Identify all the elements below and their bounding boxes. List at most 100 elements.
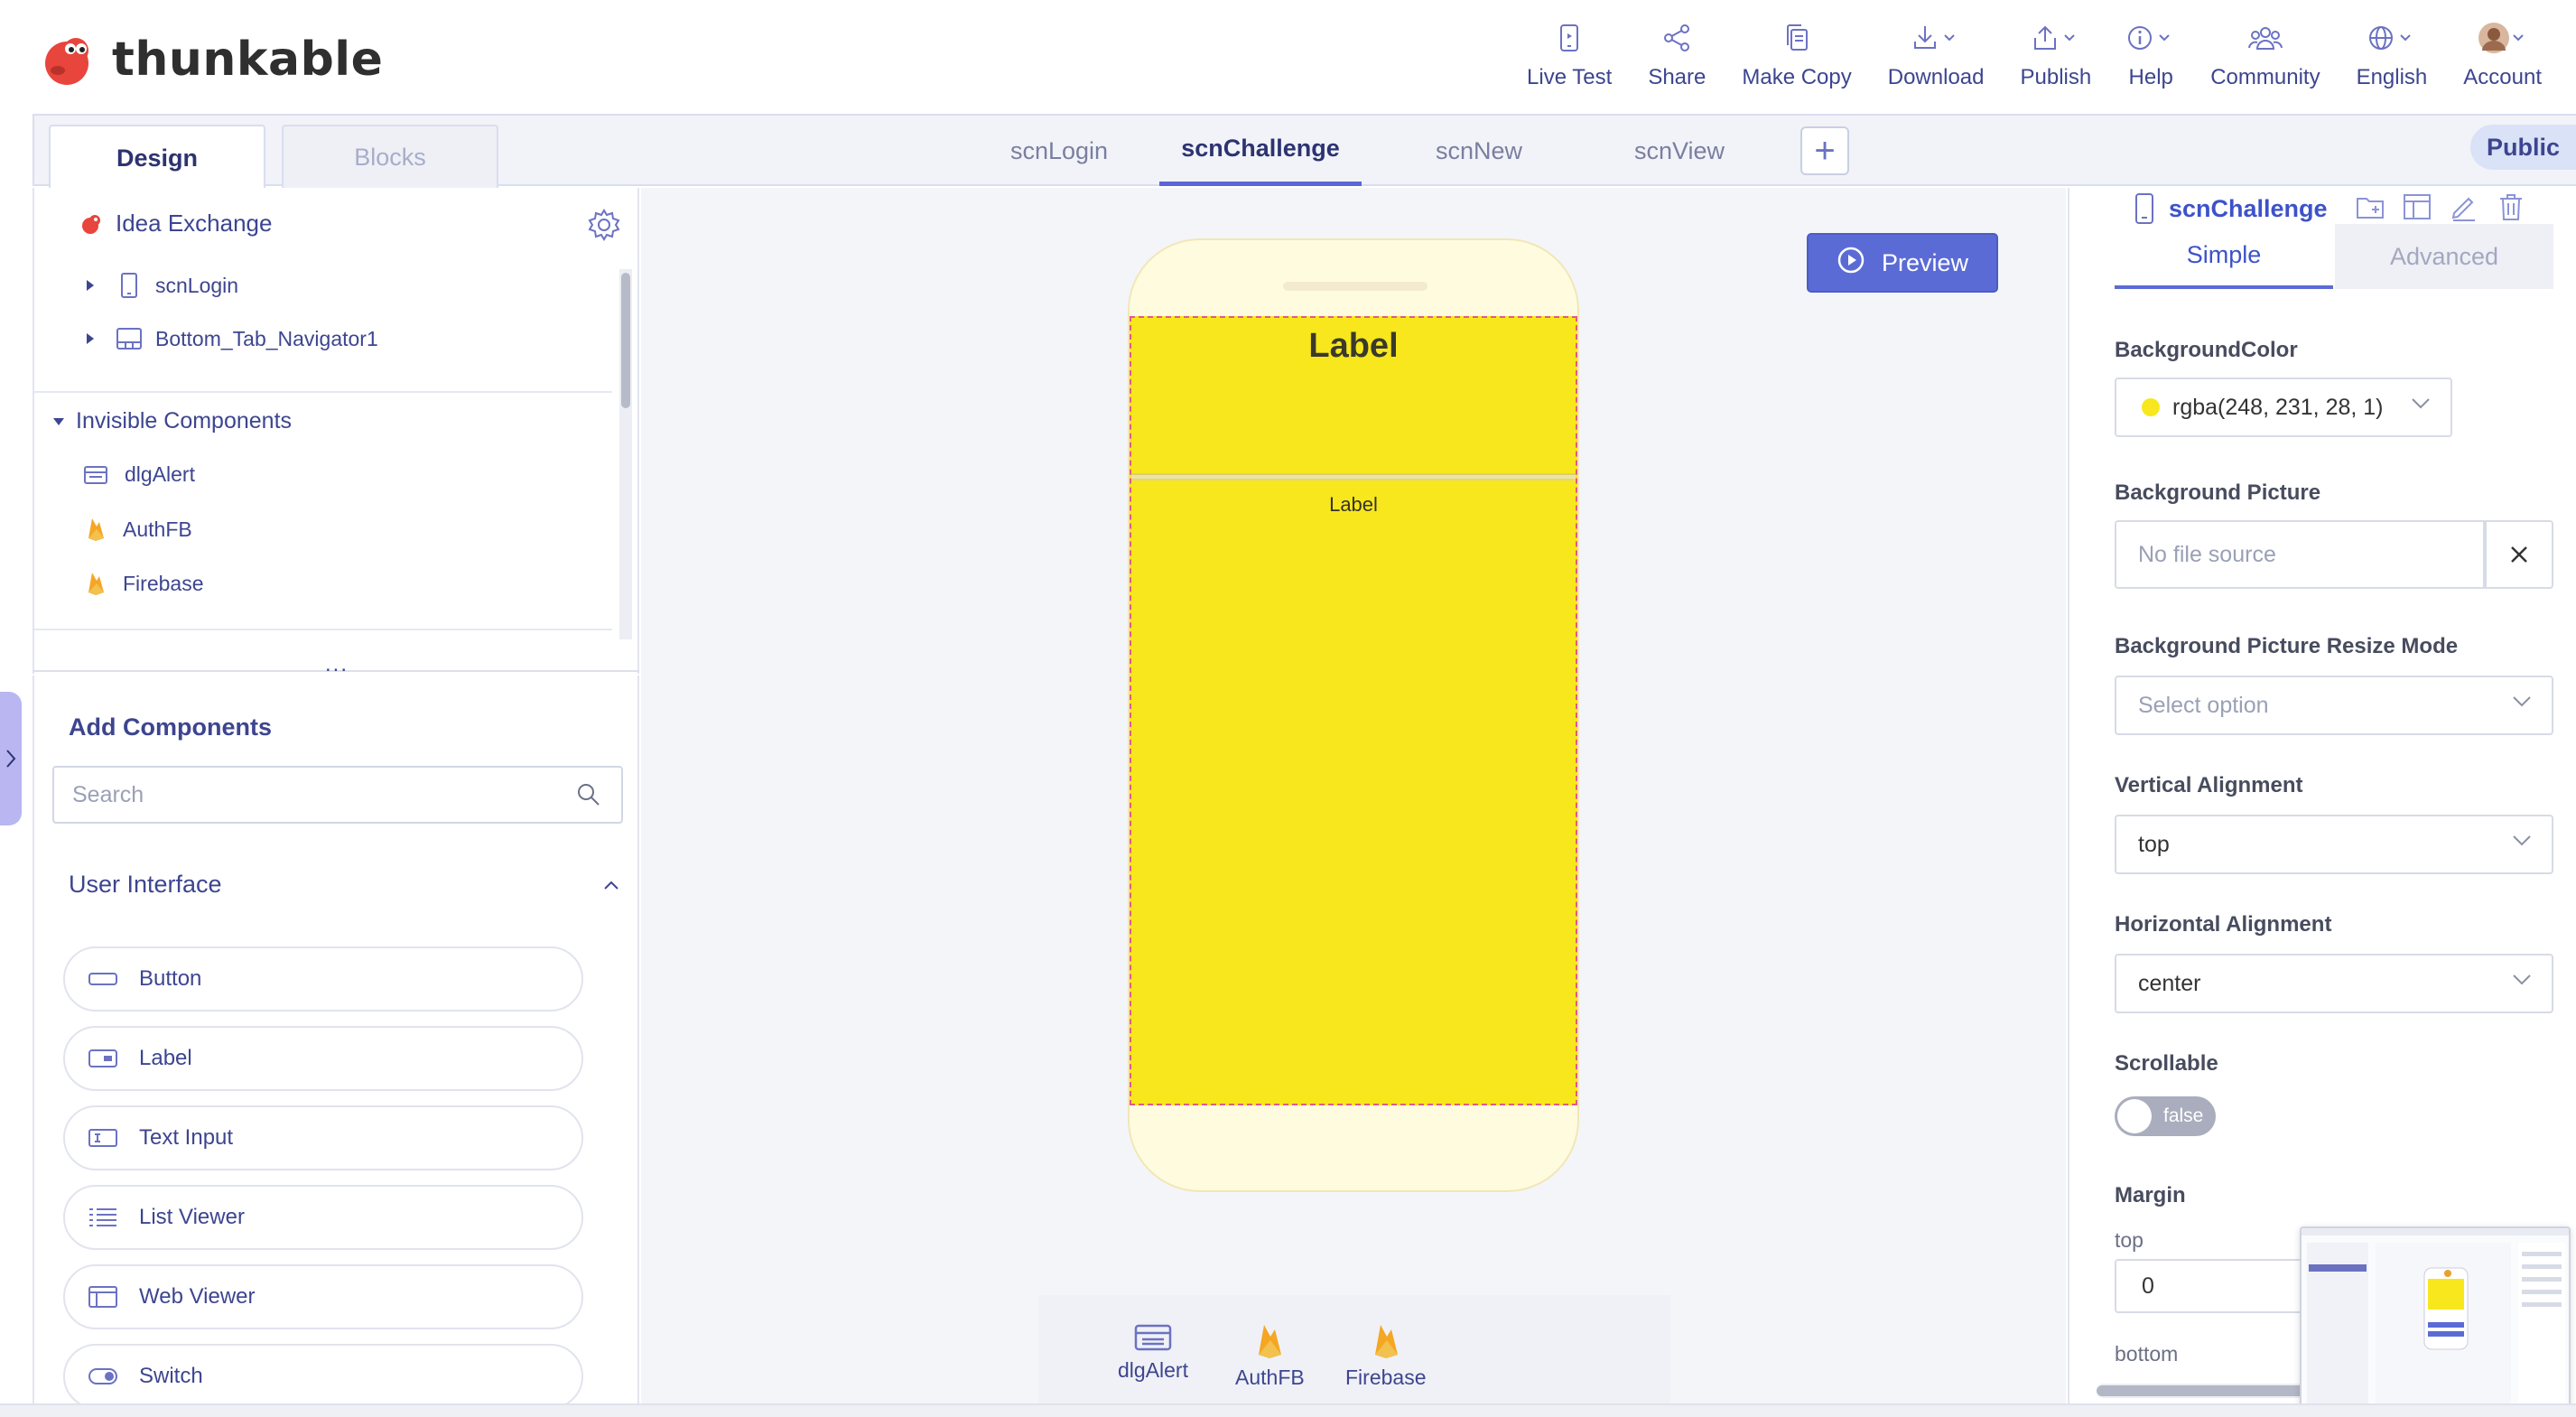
horizontal-alignment-select[interactable]: center	[2115, 954, 2553, 1013]
list-icon	[85, 1206, 121, 1229]
divider-component[interactable]	[1131, 473, 1576, 480]
component-button[interactable]: Button	[63, 946, 583, 1011]
scrollable-label: Scrollable	[2115, 1051, 2218, 1076]
firebase-icon	[1259, 1325, 1282, 1358]
screen-area[interactable]: Label Label	[1130, 316, 1577, 1105]
properties-header: scnChallenge	[2133, 191, 2328, 226]
tree-divider	[34, 629, 612, 630]
color-swatch	[2142, 398, 2160, 416]
settings-gear-icon[interactable]	[587, 208, 621, 247]
search-input[interactable]	[54, 768, 560, 822]
chevron-right-icon	[6, 750, 16, 768]
dialog-icon	[1134, 1324, 1172, 1351]
firebase-icon	[88, 573, 104, 595]
copy-icon	[1783, 20, 1810, 56]
switch-icon	[85, 1366, 121, 1386]
add-folder-icon[interactable]	[2355, 191, 2385, 222]
tree-root[interactable]: Idea Exchange	[79, 210, 272, 238]
background-color-picker[interactable]: rgba(248, 231, 28, 1)	[2115, 378, 2452, 437]
tree-item-scnlogin[interactable]: scnLogin	[85, 271, 238, 300]
share-button[interactable]: Share	[1630, 20, 1724, 98]
component-text-input[interactable]: Text Input	[63, 1105, 583, 1170]
firebase-icon	[88, 518, 104, 541]
component-web-viewer[interactable]: Web Viewer	[63, 1264, 583, 1329]
tab-scnview[interactable]: scnView	[1589, 116, 1770, 186]
tab-scnnew[interactable]: scnNew	[1389, 116, 1569, 186]
tree-divider	[34, 391, 612, 393]
resize-mode-select[interactable]: Select option	[2115, 676, 2553, 735]
make-copy-button[interactable]: Make Copy	[1724, 20, 1869, 98]
clear-picture-button[interactable]	[2485, 520, 2553, 589]
tray-item-dlgalert[interactable]: dlgAlert	[1118, 1322, 1188, 1383]
phone-icon	[121, 273, 137, 298]
component-switch[interactable]: Switch	[63, 1344, 583, 1409]
caret-right-icon[interactable]	[85, 279, 96, 292]
tray-item-authfb[interactable]: AuthFB	[1235, 1322, 1305, 1390]
component-search[interactable]	[52, 766, 623, 824]
visibility-badge[interactable]: Public	[2469, 125, 2576, 170]
caret-down-icon[interactable]	[52, 417, 65, 426]
preview-button[interactable]: Preview	[1807, 233, 1998, 293]
chevron-down-icon	[2513, 696, 2531, 707]
button-icon	[85, 970, 121, 988]
add-components-title: Add Components	[69, 713, 272, 741]
app-header: thunkable Live Test Share Make Copy Down…	[0, 0, 2576, 114]
tab-scnchallenge[interactable]: scnChallenge	[1159, 116, 1362, 186]
text-input-icon	[85, 1127, 121, 1149]
invisible-components-header[interactable]: Invisible Components	[52, 408, 292, 434]
search-icon[interactable]	[576, 782, 601, 812]
live-test-button[interactable]: Live Test	[1509, 20, 1630, 98]
phone-preview: Label Label	[1128, 238, 1579, 1192]
globe-icon	[2368, 20, 2415, 56]
phone-speaker	[1283, 282, 1427, 291]
resize-dots[interactable]: ...	[325, 652, 349, 677]
margin-top-input[interactable]: 0	[2115, 1259, 2331, 1313]
add-components-panel: Add Components User Interface Button Lab…	[33, 676, 639, 1417]
chevron-up-icon[interactable]	[603, 880, 619, 890]
tab-simple[interactable]: Simple	[2115, 224, 2333, 289]
tray-item-firebase[interactable]: Firebase	[1345, 1322, 1426, 1390]
component-list-viewer[interactable]: List Viewer	[63, 1185, 583, 1250]
edit-icon[interactable]	[2449, 191, 2479, 222]
user-interface-section-header[interactable]: User Interface	[69, 871, 619, 899]
help-button[interactable]: Help	[2109, 20, 2192, 98]
language-button[interactable]: English	[2339, 20, 2446, 98]
play-circle-icon	[1837, 246, 1865, 281]
left-panel-toggle[interactable]	[0, 692, 22, 825]
background-picture-field[interactable]: No file source	[2115, 520, 2485, 589]
tab-design[interactable]: Design	[49, 125, 265, 190]
layout-icon[interactable]	[2402, 191, 2432, 222]
toggle-knob	[2117, 1099, 2152, 1133]
label-component[interactable]: Label	[1131, 493, 1576, 517]
tab-blocks[interactable]: Blocks	[282, 125, 498, 188]
caret-right-icon[interactable]	[85, 332, 96, 345]
tree-item-dlgalert[interactable]: dlgAlert	[83, 462, 195, 487]
background-color-label: BackgroundColor	[2115, 338, 2298, 362]
community-icon	[2247, 20, 2283, 56]
tree-scrollbar[interactable]	[619, 269, 632, 639]
thunkable-logo[interactable]: thunkable	[40, 31, 383, 89]
brand-name: thunkable	[112, 33, 384, 87]
scrollable-toggle[interactable]: false	[2115, 1096, 2216, 1136]
screen-actions	[2355, 191, 2526, 222]
trash-icon[interactable]	[2496, 191, 2526, 222]
publish-button[interactable]: Publish	[2002, 20, 2109, 98]
label-component[interactable]: Label	[1131, 327, 1576, 366]
component-label[interactable]: Label	[63, 1026, 583, 1091]
add-screen-button[interactable]: +	[1800, 126, 1849, 175]
tree-item-bottom-tab-navigator[interactable]: Bottom_Tab_Navigator1	[85, 325, 378, 352]
account-button[interactable]: Account	[2445, 20, 2560, 98]
close-icon	[2511, 546, 2527, 563]
publish-icon	[2032, 20, 2079, 56]
tab-advanced[interactable]: Advanced	[2335, 224, 2553, 289]
download-button[interactable]: Download	[1870, 20, 2003, 98]
tree-item-firebase[interactable]: Firebase	[85, 571, 203, 596]
vertical-alignment-select[interactable]: top	[2115, 815, 2553, 874]
community-button[interactable]: Community	[2192, 20, 2338, 98]
tab-scnlogin[interactable]: scnLogin	[963, 116, 1156, 186]
horizontal-alignment-label: Horizontal Alignment	[2115, 912, 2332, 937]
screenshot-thumbnail[interactable]	[2300, 1226, 2571, 1411]
margin-top-label: top	[2115, 1228, 2144, 1252]
thumbnail-preview	[2302, 1228, 2569, 1409]
tree-item-authfb[interactable]: AuthFB	[85, 517, 192, 542]
